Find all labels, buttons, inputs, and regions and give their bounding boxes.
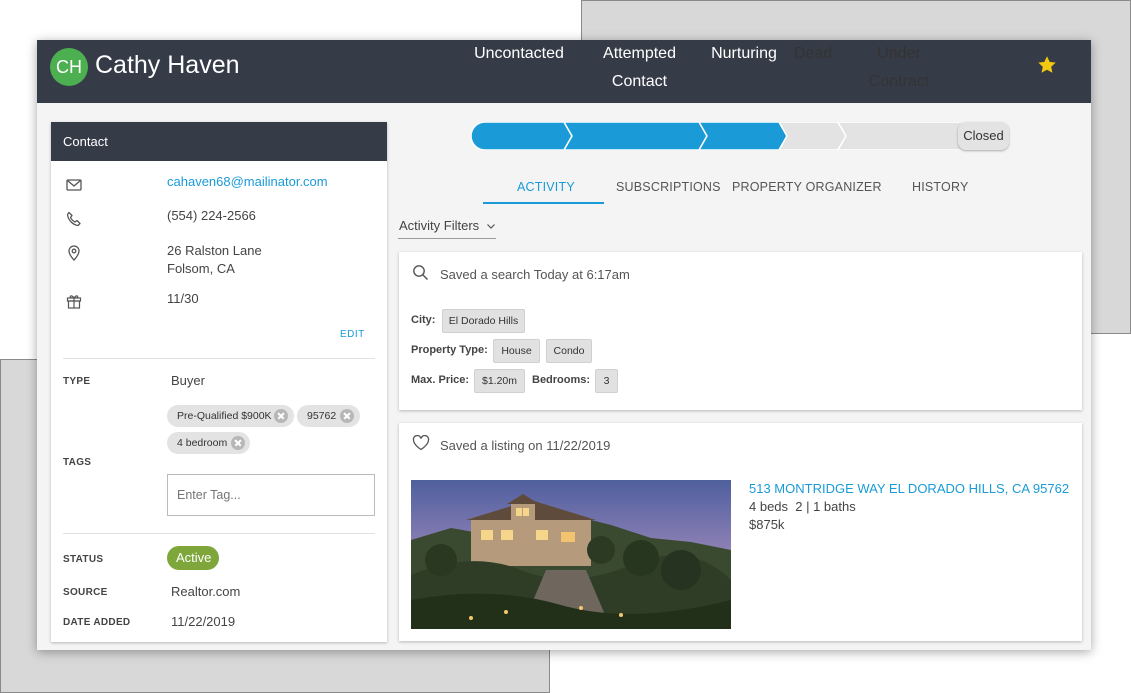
- property-type-chip: House: [493, 339, 540, 363]
- source-value: Realtor.com: [171, 584, 241, 599]
- pipeline-shapes: [471, 122, 961, 150]
- gift-icon: [66, 295, 82, 309]
- property-type-label: Property Type:: [411, 344, 488, 356]
- city-label: City:: [411, 314, 436, 326]
- listing-address-link[interactable]: 513 MONTRIDGE WAY EL DORADO HILLS, CA 95…: [749, 481, 1069, 496]
- tag-label: Pre-Qualified $900K: [177, 410, 272, 422]
- contact-card: Contact cahaven68@mailinator.com (554) 2…: [51, 122, 387, 642]
- edit-button[interactable]: EDIT: [340, 329, 365, 340]
- listing-photo[interactable]: [411, 480, 731, 629]
- stage-dead[interactable]: Dead: [790, 40, 836, 68]
- star-icon[interactable]: [1036, 54, 1058, 76]
- contact-phone[interactable]: (554) 224-2566: [167, 207, 256, 225]
- activity-filters-dropdown[interactable]: Activity Filters: [399, 218, 496, 233]
- divider: [63, 358, 375, 359]
- active-tab-indicator: [483, 202, 604, 204]
- date-added-value: 11/22/2019: [171, 614, 236, 629]
- tag-chip: Pre-Qualified $900K: [167, 405, 294, 427]
- max-price-label: Max. Price:: [411, 374, 470, 386]
- tab-subscriptions[interactable]: SUBSCRIPTIONS: [616, 180, 721, 194]
- bedrooms-label: Bedrooms:: [532, 374, 591, 386]
- stage-shape-dead: [778, 122, 847, 150]
- listing-beds-baths: 4 beds 2 | 1 baths: [749, 499, 856, 514]
- max-price-chip: $1.20m: [474, 369, 525, 393]
- heart-icon: [412, 435, 430, 451]
- saved-listing-title: Saved a listing on 11/22/2019: [440, 438, 611, 453]
- tag-chip: 4 bedroom: [167, 432, 250, 454]
- tag-label: 4 bedroom: [177, 437, 228, 449]
- address-line-1: 26 Ralston Lane: [167, 243, 262, 258]
- stage-shape-under-contract: [837, 122, 961, 150]
- city-chip: El Dorado Hills: [442, 309, 525, 333]
- remove-tag-icon[interactable]: [231, 436, 245, 450]
- divider: [63, 533, 375, 534]
- activity-filters-label: Activity Filters: [399, 218, 480, 233]
- tags-label: TAGS: [63, 457, 92, 468]
- status-label: STATUS: [63, 554, 104, 565]
- tab-history[interactable]: HISTORY: [912, 180, 969, 194]
- stage-nurturing[interactable]: Nurturing: [711, 40, 777, 68]
- search-icon: [413, 265, 429, 281]
- stage-shape-uncontacted: [471, 122, 573, 150]
- stage-shape-nurturing: [698, 122, 788, 150]
- saved-listing-card: Saved a listing on 11/22/2019 513 MONTRI…: [399, 423, 1082, 641]
- avatar: CH: [50, 48, 88, 86]
- contact-email[interactable]: cahaven68@mailinator.com: [167, 173, 328, 191]
- mail-icon: [66, 179, 82, 191]
- birthday: 11/30: [167, 291, 199, 306]
- saved-search-card: Saved a search Today at 6:17am City: El …: [399, 252, 1082, 410]
- contact-detail-window: CH Cathy Haven Contact cahaven68@mailina…: [37, 40, 1091, 650]
- tag-input[interactable]: [167, 474, 375, 516]
- remove-tag-icon[interactable]: [340, 409, 354, 423]
- tag-chip: 95762: [297, 405, 360, 427]
- status-badge[interactable]: Active: [167, 546, 219, 570]
- date-added-label: DATE ADDED: [63, 617, 131, 628]
- saved-search-title: Saved a search Today at 6:17am: [440, 267, 630, 282]
- type-value[interactable]: Buyer: [171, 373, 205, 388]
- stage-uncontacted[interactable]: Uncontacted: [474, 40, 564, 68]
- stage-under-contract[interactable]: Under Contract: [849, 40, 949, 90]
- tab-property-organizer[interactable]: PROPERTY ORGANIZER: [732, 180, 882, 194]
- listing-price: $875k: [749, 517, 785, 532]
- tab-activity[interactable]: ACTIVITY: [517, 180, 575, 194]
- type-label: TYPE: [63, 376, 91, 387]
- tag-label: 95762: [307, 410, 337, 422]
- stage-attempted-contact[interactable]: Attempted Contact: [574, 40, 705, 90]
- stage-shape-attempted-contact: [563, 122, 708, 150]
- contact-card-title: Contact: [51, 122, 387, 161]
- stage-closed[interactable]: Closed: [958, 122, 1009, 150]
- location-pin-icon: [68, 245, 80, 261]
- phone-icon: [66, 211, 81, 227]
- address-line-2: Folsom, CA: [167, 261, 235, 276]
- source-label: SOURCE: [63, 587, 108, 598]
- contact-name: Cathy Haven: [95, 51, 240, 79]
- filter-underline: [398, 238, 496, 239]
- property-type-chip: Condo: [546, 339, 592, 363]
- bedrooms-chip: 3: [595, 369, 618, 393]
- remove-tag-icon[interactable]: [274, 409, 288, 423]
- chevron-down-icon: [486, 224, 495, 229]
